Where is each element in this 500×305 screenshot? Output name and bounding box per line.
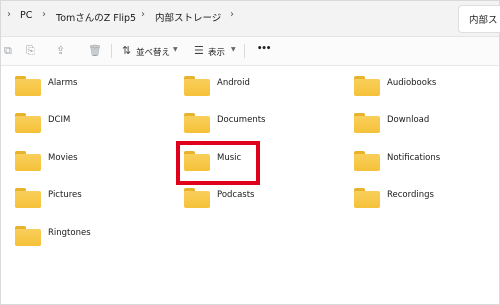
- sort-icon: ⇅: [122, 44, 132, 57]
- more-options-button[interactable]: •••: [257, 44, 271, 54]
- share-icon[interactable]: ⇪: [56, 45, 65, 56]
- folder-item-documents[interactable]: Documents: [184, 113, 334, 139]
- folder-item-ringtones[interactable]: Ringtones: [15, 226, 165, 252]
- folder-item-dcim[interactable]: DCIM: [15, 113, 165, 139]
- folder-name: Audiobooks: [387, 78, 437, 88]
- folder-icon: [15, 226, 41, 246]
- breadcrumb-device[interactable]: TomさんのZ Flip5: [56, 10, 136, 24]
- folder-item-movies[interactable]: Movies: [15, 151, 165, 177]
- folder-item-android[interactable]: Android: [184, 76, 334, 102]
- folder-name: DCIM: [48, 115, 71, 125]
- view-button[interactable]: 表示: [208, 46, 225, 58]
- sort-button[interactable]: 並べ替え: [136, 46, 170, 58]
- chevron-down-icon: ▼: [173, 46, 178, 53]
- folder-item-notifications[interactable]: Notifications: [354, 151, 500, 177]
- folder-name: Alarms: [48, 78, 78, 88]
- command-bar: ⧉ ⎘ ⇪ 🗑 ⇅ 並べ替え ▼ ☰ 表示 ▼ •••: [1, 37, 499, 66]
- folder-name: Pictures: [48, 190, 82, 200]
- file-explorer-window: › PC › TomさんのZ Flip5 › 内部ストレージ › 内部スト ⧉ …: [0, 0, 500, 305]
- chevron-right-icon: ›: [42, 9, 46, 20]
- search-input[interactable]: 内部スト: [458, 5, 500, 33]
- folder-icon: [15, 188, 41, 208]
- folder-icon: [184, 188, 210, 208]
- folder-item-audiobooks[interactable]: Audiobooks: [354, 76, 500, 102]
- folder-icon: [184, 76, 210, 96]
- address-bar[interactable]: › PC › TomさんのZ Flip5 › 内部ストレージ › 内部スト: [1, 1, 500, 37]
- divider: [244, 44, 245, 58]
- view-icon: ☰: [194, 44, 204, 57]
- chevron-right-icon: ›: [230, 9, 234, 20]
- folder-item-download[interactable]: Download: [354, 113, 500, 139]
- search-placeholder: 内部スト: [469, 15, 500, 26]
- folder-icon: [354, 151, 380, 171]
- folder-item-pictures[interactable]: Pictures: [15, 188, 165, 214]
- delete-icon[interactable]: 🗑: [88, 45, 102, 56]
- folder-item-recordings[interactable]: Recordings: [354, 188, 500, 214]
- chevron-right-icon: ›: [141, 9, 145, 20]
- music-folder-highlight: [176, 141, 260, 185]
- folder-item-alarms[interactable]: Alarms: [15, 76, 165, 102]
- folder-name: Ringtones: [48, 228, 91, 238]
- folder-icon: [354, 188, 380, 208]
- breadcrumb-pc[interactable]: PC: [20, 10, 32, 21]
- copy-icon[interactable]: ⎘: [26, 45, 35, 56]
- folder-icon: [15, 76, 41, 96]
- folder-name: Recordings: [387, 190, 434, 200]
- folder-icon: [184, 113, 210, 133]
- folder-icon: [354, 113, 380, 133]
- folder-name: Podcasts: [217, 190, 255, 200]
- folder-item-podcasts[interactable]: Podcasts: [184, 188, 334, 214]
- folder-name: Android: [217, 78, 250, 88]
- folder-name: Movies: [48, 153, 78, 163]
- folder-name: Documents: [217, 115, 266, 125]
- chevron-right-icon: ›: [7, 9, 11, 20]
- divider: [111, 44, 112, 58]
- chevron-down-icon: ▼: [231, 46, 236, 53]
- cut-icon[interactable]: ⧉: [4, 45, 12, 56]
- folder-icon: [15, 113, 41, 133]
- folder-name: Download: [387, 115, 430, 125]
- folder-name: Notifications: [387, 153, 441, 163]
- breadcrumb-internal-storage[interactable]: 内部ストレージ: [155, 10, 221, 24]
- folder-icon: [354, 76, 380, 96]
- folder-icon: [15, 151, 41, 171]
